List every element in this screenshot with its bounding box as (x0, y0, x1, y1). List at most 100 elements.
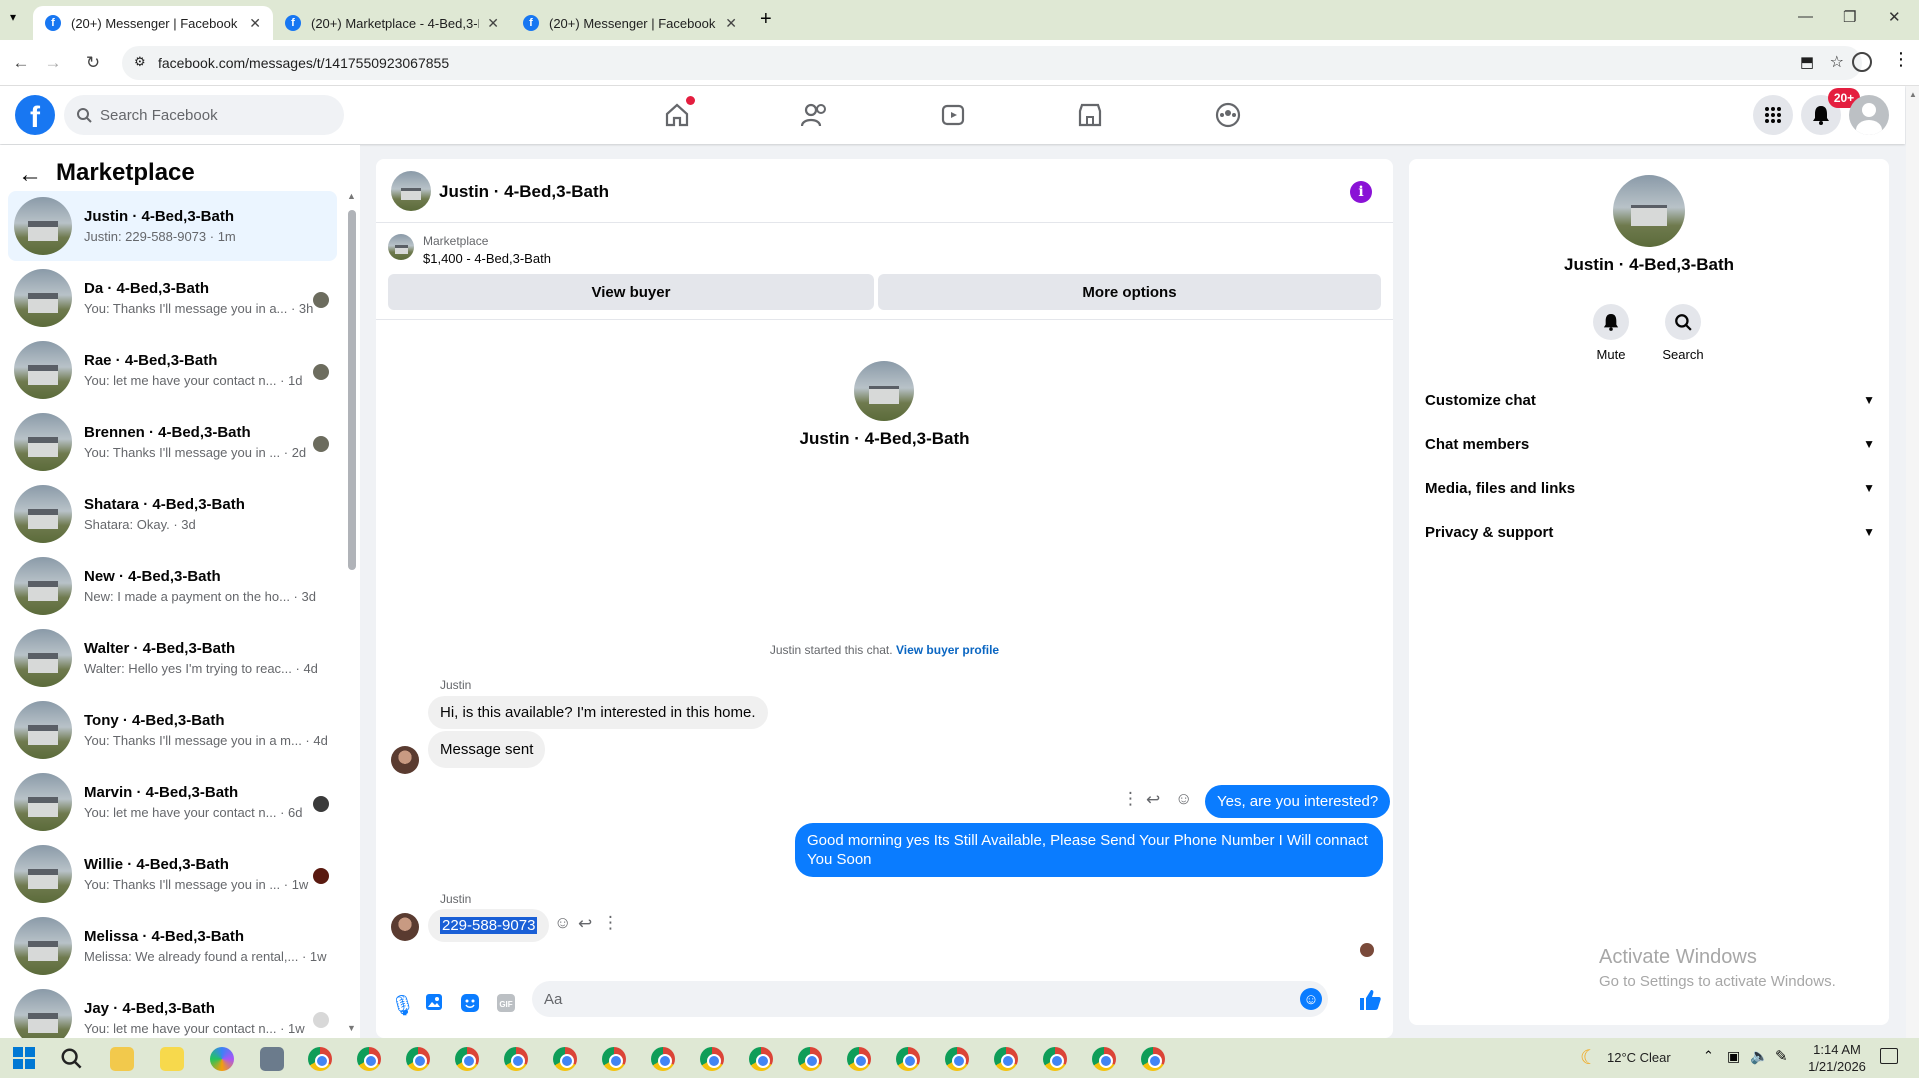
chrome-icon[interactable] (504, 1047, 528, 1071)
facebook-logo-icon[interactable]: f (15, 95, 55, 135)
scroll-down-arrow-icon[interactable]: ▼ (347, 1023, 356, 1033)
conversation-item[interactable]: Jay · 4-Bed,3-Bath You: let me have your… (8, 983, 337, 1038)
conversation-list-scrollbar[interactable] (348, 210, 356, 570)
browser-tab-messenger[interactable]: f (20+) Messenger | Facebook ✕ (33, 6, 273, 40)
chrome-icon[interactable] (308, 1047, 332, 1071)
browser-tab-marketplace[interactable]: f (20+) Marketplace - 4-Bed,3-Ba ✕ (273, 6, 511, 40)
conversation-item[interactable]: Justin · 4-Bed,3-Bath Justin: 229-588-90… (8, 191, 337, 261)
close-tab-icon[interactable]: ✕ (249, 15, 261, 32)
chrome-icon[interactable] (455, 1047, 479, 1071)
browser-tab-messenger-2[interactable]: f (20+) Messenger | Facebook ✕ (511, 6, 749, 40)
install-app-icon[interactable]: ⬒ (1800, 53, 1814, 71)
tab-list-dropdown-icon[interactable]: ▾ (10, 10, 16, 24)
conversation-item[interactable]: Tony · 4-Bed,3-Bath You: Thanks I'll mes… (8, 695, 337, 765)
reply-icon[interactable]: ↩ (578, 914, 592, 934)
conversation-item[interactable]: Marvin · 4-Bed,3-Bath You: let me have y… (8, 767, 337, 837)
conversation-item[interactable]: Brennen · 4-Bed,3-Bath You: Thanks I'll … (8, 407, 337, 477)
bookmark-star-icon[interactable]: ☆ (1830, 52, 1844, 72)
weather-moon-icon[interactable]: ☾ (1580, 1045, 1598, 1070)
chat-members-row[interactable]: Chat members ▼ (1425, 426, 1875, 462)
scroll-up-arrow-icon[interactable]: ▲ (347, 191, 356, 201)
sticky-notes-icon[interactable] (160, 1047, 184, 1071)
sender-avatar[interactable] (391, 746, 419, 774)
conversation-info-icon[interactable]: i (1350, 181, 1372, 203)
chrome-icon[interactable] (651, 1047, 675, 1071)
chrome-icon[interactable] (847, 1047, 871, 1071)
phone-number-text-selected[interactable]: 229-588-9073 (440, 917, 538, 934)
close-tab-icon[interactable]: ✕ (487, 15, 499, 32)
marketplace-icon[interactable] (1075, 100, 1105, 130)
view-buyer-profile-link[interactable]: View buyer profile (896, 643, 999, 657)
weather-text[interactable]: 12°C Clear (1607, 1050, 1671, 1065)
chrome-icon[interactable] (553, 1047, 577, 1071)
chrome-icon[interactable] (406, 1047, 430, 1071)
conversation-item[interactable]: Shatara · 4-Bed,3-Bath Shatara: Okay. · … (8, 479, 337, 549)
incoming-message[interactable]: Hi, is this available? I'm interested in… (428, 696, 768, 729)
tray-network-icon[interactable]: ▣ (1727, 1048, 1740, 1065)
conversation-item[interactable]: Walter · 4-Bed,3-Bath Walter: Hello yes … (8, 623, 337, 693)
sticker-icon[interactable] (460, 993, 480, 1019)
video-icon[interactable] (938, 100, 968, 130)
browser-menu-icon[interactable]: ⋮ (1892, 49, 1910, 70)
outgoing-message[interactable]: Yes, are you interested? (1205, 785, 1391, 818)
conversation-item[interactable]: Rae · 4-Bed,3-Bath You: let me have your… (8, 335, 337, 405)
new-tab-button[interactable]: + (760, 8, 772, 31)
menu-grid-icon[interactable] (1753, 95, 1793, 135)
tray-chevron-icon[interactable]: ⌃ (1703, 1048, 1714, 1064)
chat-avatar[interactable] (391, 171, 431, 211)
like-thumbs-up-icon[interactable] (1358, 988, 1382, 1018)
more-options-button[interactable]: More options (878, 274, 1381, 310)
chrome-icon[interactable] (602, 1047, 626, 1071)
incoming-message[interactable]: Message sent (428, 731, 546, 768)
facebook-search-input[interactable]: Search Facebook (64, 95, 344, 135)
reply-icon[interactable]: ↩ (1146, 790, 1160, 810)
file-explorer-icon[interactable] (110, 1047, 134, 1071)
profile-avatar[interactable] (1613, 175, 1685, 247)
close-tab-icon[interactable]: ✕ (725, 15, 737, 32)
minimize-icon[interactable]: — (1798, 8, 1813, 25)
back-arrow-icon[interactable]: ← (18, 161, 42, 189)
mute-button[interactable]: Mute (1576, 304, 1646, 362)
chrome-icon[interactable] (357, 1047, 381, 1071)
more-actions-icon[interactable]: ⋮ (602, 913, 619, 933)
more-actions-icon[interactable]: ⋮ (1122, 789, 1139, 809)
reload-icon[interactable]: ↻ (80, 50, 106, 76)
conversation-item[interactable]: Melissa · 4-Bed,3-Bath Melissa: We alrea… (8, 911, 337, 981)
chrome-icon[interactable] (749, 1047, 773, 1071)
clock-time[interactable]: 1:14 AM (1807, 1042, 1867, 1057)
tray-pen-icon[interactable]: ✎ (1775, 1047, 1788, 1065)
chrome-icon[interactable] (1043, 1047, 1067, 1071)
chrome-icon[interactable] (1092, 1047, 1116, 1071)
search-in-conversation-button[interactable]: Search (1648, 304, 1718, 362)
incoming-message[interactable]: 229-588-9073 (428, 909, 550, 942)
notification-center-icon[interactable] (1880, 1048, 1898, 1064)
chrome-icon[interactable] (896, 1047, 920, 1071)
app-icon[interactable] (260, 1047, 284, 1071)
taskbar-search-icon[interactable] (60, 1047, 84, 1071)
account-avatar[interactable] (1849, 95, 1889, 135)
friends-icon[interactable] (800, 100, 830, 130)
microphone-icon[interactable]: 🎙 (390, 993, 415, 1018)
chrome-icon[interactable] (1141, 1047, 1165, 1071)
back-icon[interactable]: ← (8, 50, 34, 76)
close-window-icon[interactable]: ✕ (1888, 8, 1901, 26)
react-emoji-icon[interactable]: ☺ (1175, 789, 1192, 809)
windows-start-icon[interactable] (13, 1047, 37, 1071)
chrome-icon[interactable] (945, 1047, 969, 1071)
site-info-icon[interactable]: ⚙ (134, 54, 146, 70)
conversation-item[interactable]: New · 4-Bed,3-Bath New: I made a payment… (8, 551, 337, 621)
groups-icon[interactable] (1213, 100, 1243, 130)
media-files-links-row[interactable]: Media, files and links ▼ (1425, 470, 1875, 506)
url-field[interactable]: ⚙ facebook.com/messages/t/14175509230678… (122, 46, 1862, 80)
profile-icon[interactable] (1852, 52, 1872, 72)
outgoing-message[interactable]: Good morning yes Its Still Available, Pl… (795, 823, 1383, 877)
sender-avatar[interactable] (391, 913, 419, 941)
emoji-picker-icon[interactable]: ☺ (1300, 988, 1322, 1010)
view-buyer-button[interactable]: View buyer (388, 274, 874, 310)
privacy-support-row[interactable]: Privacy & support ▼ (1425, 514, 1875, 550)
clock-date[interactable]: 1/21/2026 (1800, 1059, 1874, 1074)
chrome-icon[interactable] (700, 1047, 724, 1071)
chat-title[interactable]: Justin · 4-Bed,3-Bath (439, 182, 609, 202)
copilot-icon[interactable] (210, 1047, 234, 1071)
message-input[interactable]: Aa ☺ (532, 981, 1328, 1017)
